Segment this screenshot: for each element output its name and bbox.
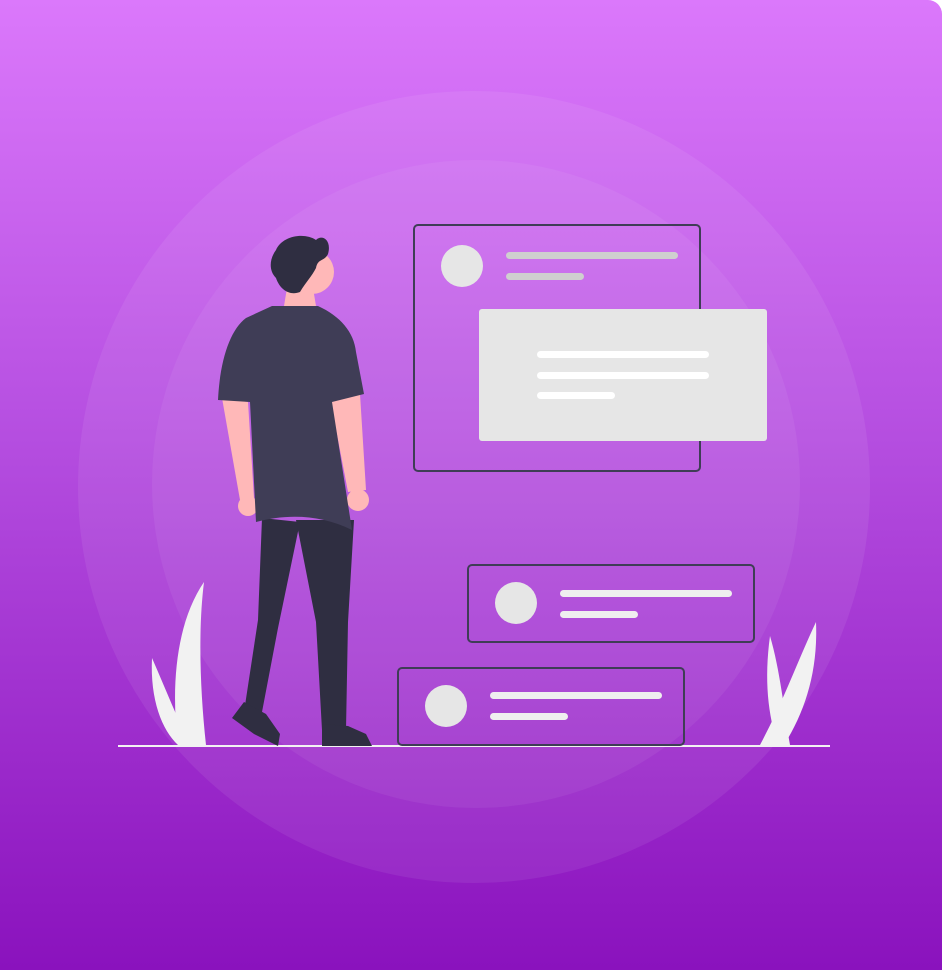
message-window-line-2 xyxy=(506,273,584,280)
message-card-1-line-1 xyxy=(560,590,732,597)
message-window-line-1 xyxy=(506,252,678,259)
message-card-1-avatar xyxy=(495,582,537,624)
expanded-panel-line-2 xyxy=(537,372,709,379)
expanded-panel xyxy=(479,309,767,441)
illustration-svg xyxy=(78,91,870,883)
message-window-avatar xyxy=(441,245,483,287)
message-card-2-avatar xyxy=(425,685,467,727)
expanded-panel-line-1 xyxy=(537,351,709,358)
person-hand-right xyxy=(347,489,369,511)
message-card-2-line-1 xyxy=(490,692,662,699)
message-card-1-line-2 xyxy=(560,611,638,618)
illustration-canvas xyxy=(0,0,942,970)
message-card-2-line-2 xyxy=(490,713,568,720)
expanded-panel-line-3 xyxy=(537,392,615,399)
